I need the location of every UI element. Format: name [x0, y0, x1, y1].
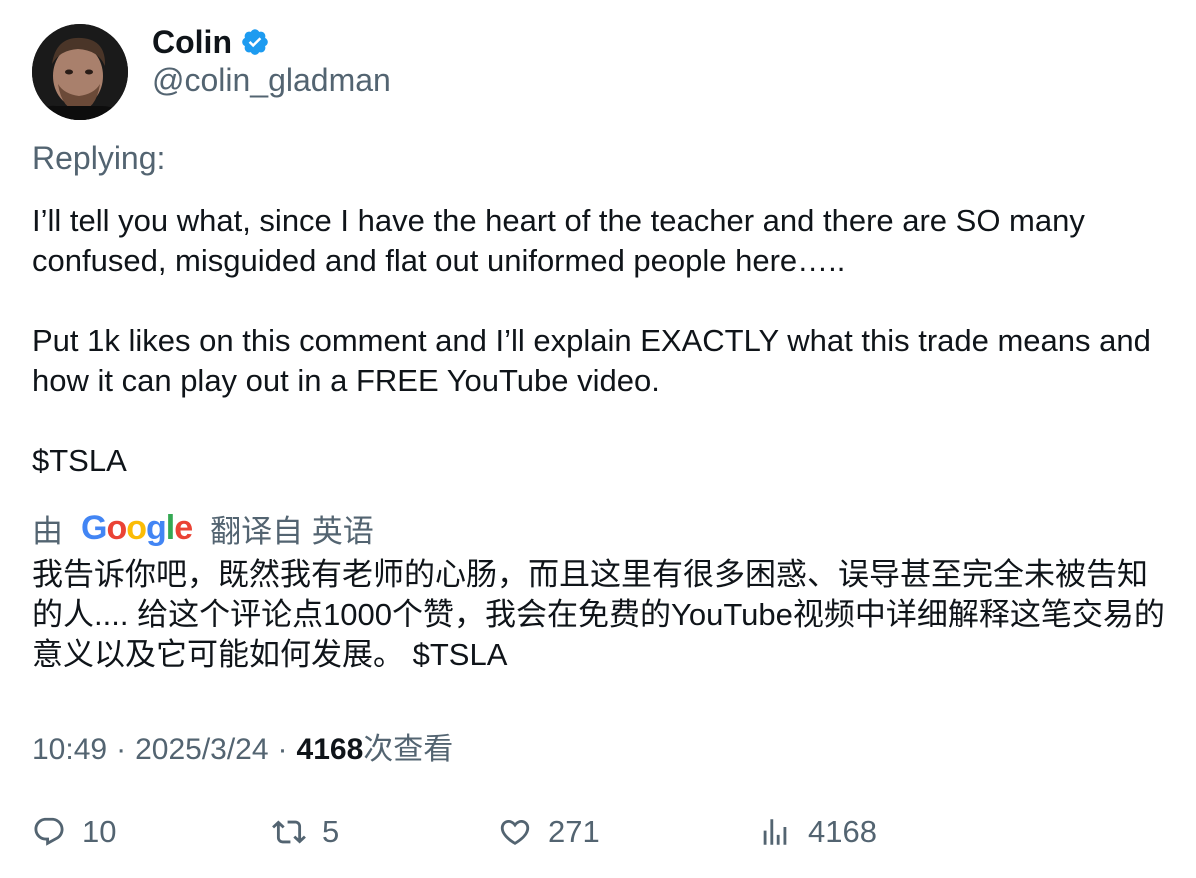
author-handle[interactable]: @colin_gladman — [152, 62, 391, 99]
action-bar: 10 5 271 4168 — [0, 810, 1196, 854]
tweet-time[interactable]: 10:49 — [32, 733, 107, 767]
like-button[interactable]: 271 — [498, 810, 600, 854]
tweet-cashtag[interactable]: $TSLA — [32, 441, 1172, 481]
like-icon — [500, 819, 530, 845]
retweet-button[interactable]: 5 — [272, 810, 339, 854]
like-count: 271 — [548, 814, 600, 849]
tweet-text: I’ll tell you what, since I have the hea… — [32, 201, 1172, 481]
translation-attribution[interactable]: 由 Google 翻译自 英语 — [32, 506, 374, 550]
views-button[interactable]: 4168 — [758, 810, 877, 854]
views-label: 次查看 — [363, 733, 454, 766]
meta-separator: · — [116, 733, 127, 766]
tweet-date[interactable]: 2025/3/24 — [135, 733, 268, 767]
views-action-count: 4168 — [808, 814, 877, 849]
reply-button[interactable]: 10 — [32, 810, 116, 854]
replying-label: Replying: — [32, 140, 166, 176]
translation-source-language: 翻译自 英语 — [210, 513, 374, 549]
reply-icon — [34, 817, 64, 846]
retweet-icon — [272, 820, 306, 844]
translated-text: 我告诉你吧，既然我有老师的心肠，而且这里有很多困惑、误导甚至完全未被告知的人..… — [32, 557, 1165, 672]
reply-count: 10 — [82, 814, 117, 849]
meta-separator: · — [277, 733, 288, 766]
verified-badge-icon — [240, 27, 270, 57]
author-name[interactable]: Colin — [152, 24, 232, 61]
translation-prefix: 由 — [32, 513, 63, 549]
views-count: 4168 — [296, 733, 364, 766]
tweet-metadata: 10:49 · 2025/3/24 · 4168 次查看 — [32, 724, 453, 768]
views-icon — [763, 819, 787, 845]
author-name-row[interactable]: Colin — [152, 22, 270, 62]
avatar-image — [32, 24, 128, 120]
tweet-paragraph: Put 1k likes on this comment and I’ll ex… — [32, 323, 1151, 398]
google-logo: Google — [81, 508, 193, 547]
tweet-paragraph: I’ll tell you what, since I have the hea… — [32, 203, 1085, 278]
retweet-count: 5 — [322, 814, 340, 849]
author-avatar[interactable] — [32, 24, 128, 120]
